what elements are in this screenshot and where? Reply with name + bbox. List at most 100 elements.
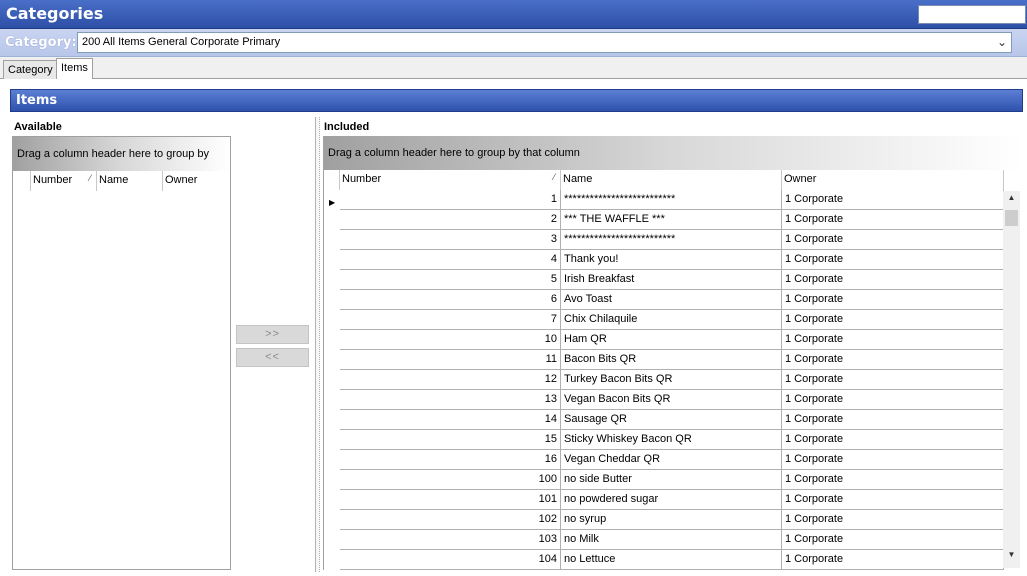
table-row[interactable]: 5 Irish Breakfast 1 Corporate [340, 270, 1004, 290]
cell-owner[interactable]: 1 Corporate [782, 470, 1004, 490]
cell-owner[interactable]: 1 Corporate [782, 410, 1004, 430]
cell-name[interactable]: Irish Breakfast [561, 270, 782, 290]
cell-number[interactable]: 5 [340, 270, 561, 290]
cell-owner[interactable]: 1 Corporate [782, 370, 1004, 390]
available-grid[interactable]: Drag a column header here to group by Nu… [12, 136, 231, 570]
table-row[interactable]: 103 no Milk 1 Corporate [340, 530, 1004, 550]
cell-owner[interactable]: 1 Corporate [782, 350, 1004, 370]
sort-icon: ⁄ [553, 172, 555, 182]
tab-items[interactable]: Items [56, 58, 93, 80]
cell-owner[interactable]: 1 Corporate [782, 510, 1004, 530]
table-row[interactable]: 10 Ham QR 1 Corporate [340, 330, 1004, 350]
vertical-scrollbar[interactable]: ▲ ▼ [1003, 191, 1020, 568]
cell-name[interactable]: *** THE WAFFLE *** [561, 210, 782, 230]
included-header-number[interactable]: Number ⁄ [340, 170, 561, 190]
table-row[interactable]: 16 Vegan Cheddar QR 1 Corporate [340, 450, 1004, 470]
table-row[interactable]: 104 no Lettuce 1 Corporate [340, 550, 1004, 570]
cell-name[interactable]: ************************** [561, 230, 782, 250]
cell-name[interactable]: no Milk [561, 530, 782, 550]
cell-name[interactable]: no Lettuce [561, 550, 782, 570]
table-row[interactable]: 4 Thank you! 1 Corporate [340, 250, 1004, 270]
cell-number[interactable]: 2 [340, 210, 561, 230]
search-input[interactable] [918, 5, 1026, 24]
included-group-panel[interactable]: Drag a column header here to group by th… [324, 136, 1021, 170]
cell-number[interactable]: 12 [340, 370, 561, 390]
cell-owner[interactable]: 1 Corporate [782, 390, 1004, 410]
table-row[interactable]: 1 ************************** 1 Corporate [340, 190, 1004, 210]
chevron-down-icon[interactable]: ⌄ [997, 35, 1007, 49]
table-row[interactable]: 14 Sausage QR 1 Corporate [340, 410, 1004, 430]
cell-number[interactable]: 101 [340, 490, 561, 510]
available-header-number[interactable]: Number ⁄ [31, 171, 97, 191]
cell-owner[interactable]: 1 Corporate [782, 250, 1004, 270]
cell-number[interactable]: 7 [340, 310, 561, 330]
cell-owner[interactable]: 1 Corporate [782, 310, 1004, 330]
table-row[interactable]: 12 Turkey Bacon Bits QR 1 Corporate [340, 370, 1004, 390]
cell-name[interactable]: no powdered sugar [561, 490, 782, 510]
included-header-owner[interactable]: Owner [782, 170, 1004, 190]
cell-owner[interactable]: 1 Corporate [782, 330, 1004, 350]
included-indicator-header [324, 170, 340, 190]
tab-category[interactable]: Category [3, 60, 58, 79]
available-group-panel[interactable]: Drag a column header here to group by [13, 137, 230, 171]
cell-name[interactable]: no syrup [561, 510, 782, 530]
cell-owner[interactable]: 1 Corporate [782, 210, 1004, 230]
available-header-name[interactable]: Name [97, 171, 163, 191]
cell-name[interactable]: Bacon Bits QR [561, 350, 782, 370]
table-row[interactable]: 15 Sticky Whiskey Bacon QR 1 Corporate [340, 430, 1004, 450]
cell-owner[interactable]: 1 Corporate [782, 230, 1004, 250]
cell-number[interactable]: 6 [340, 290, 561, 310]
cell-number[interactable]: 1 [340, 190, 561, 210]
cell-number[interactable]: 103 [340, 530, 561, 550]
cell-number[interactable]: 102 [340, 510, 561, 530]
scroll-up-icon[interactable]: ▲ [1003, 193, 1020, 209]
cell-owner[interactable]: 1 Corporate [782, 550, 1004, 570]
cell-name[interactable]: no side Butter [561, 470, 782, 490]
cell-number[interactable]: 4 [340, 250, 561, 270]
cell-name[interactable]: Vegan Bacon Bits QR [561, 390, 782, 410]
cell-number[interactable]: 13 [340, 390, 561, 410]
table-row[interactable]: 101 no powdered sugar 1 Corporate [340, 490, 1004, 510]
cell-owner[interactable]: 1 Corporate [782, 290, 1004, 310]
cell-name[interactable]: Turkey Bacon Bits QR [561, 370, 782, 390]
available-header-owner[interactable]: Owner [163, 171, 230, 191]
included-grid[interactable]: Drag a column header here to group by th… [323, 136, 1021, 570]
cell-name[interactable]: ************************** [561, 190, 782, 210]
cell-number[interactable]: 3 [340, 230, 561, 250]
cell-number[interactable]: 11 [340, 350, 561, 370]
cell-number[interactable]: 100 [340, 470, 561, 490]
cell-name[interactable]: Sausage QR [561, 410, 782, 430]
cell-owner[interactable]: 1 Corporate [782, 190, 1004, 210]
table-row[interactable]: 7 Chix Chilaquile 1 Corporate [340, 310, 1004, 330]
table-row[interactable]: 11 Bacon Bits QR 1 Corporate [340, 350, 1004, 370]
scroll-thumb[interactable] [1005, 210, 1018, 226]
table-row[interactable]: 102 no syrup 1 Corporate [340, 510, 1004, 530]
table-row[interactable]: 6 Avo Toast 1 Corporate [340, 290, 1004, 310]
cell-name[interactable]: Ham QR [561, 330, 782, 350]
table-row[interactable]: 100 no side Butter 1 Corporate [340, 470, 1004, 490]
add-items-button[interactable]: >> [236, 325, 309, 344]
scroll-down-icon[interactable]: ▼ [1003, 550, 1020, 566]
remove-items-button[interactable]: << [236, 348, 309, 367]
cell-owner[interactable]: 1 Corporate [782, 450, 1004, 470]
cell-number[interactable]: 104 [340, 550, 561, 570]
table-row[interactable]: 2 *** THE WAFFLE *** 1 Corporate [340, 210, 1004, 230]
included-header-name[interactable]: Name [561, 170, 782, 190]
splitter[interactable] [315, 117, 320, 572]
table-row[interactable]: 3 ************************** 1 Corporate [340, 230, 1004, 250]
table-row[interactable]: 13 Vegan Bacon Bits QR 1 Corporate [340, 390, 1004, 410]
cell-number[interactable]: 10 [340, 330, 561, 350]
cell-owner[interactable]: 1 Corporate [782, 270, 1004, 290]
cell-owner[interactable]: 1 Corporate [782, 430, 1004, 450]
cell-number[interactable]: 15 [340, 430, 561, 450]
category-select[interactable]: 200 All Items General Corporate Primary … [77, 32, 1012, 53]
cell-name[interactable]: Avo Toast [561, 290, 782, 310]
cell-number[interactable]: 14 [340, 410, 561, 430]
cell-number[interactable]: 16 [340, 450, 561, 470]
cell-name[interactable]: Vegan Cheddar QR [561, 450, 782, 470]
cell-owner[interactable]: 1 Corporate [782, 530, 1004, 550]
cell-name[interactable]: Sticky Whiskey Bacon QR [561, 430, 782, 450]
cell-name[interactable]: Thank you! [561, 250, 782, 270]
cell-name[interactable]: Chix Chilaquile [561, 310, 782, 330]
cell-owner[interactable]: 1 Corporate [782, 490, 1004, 510]
